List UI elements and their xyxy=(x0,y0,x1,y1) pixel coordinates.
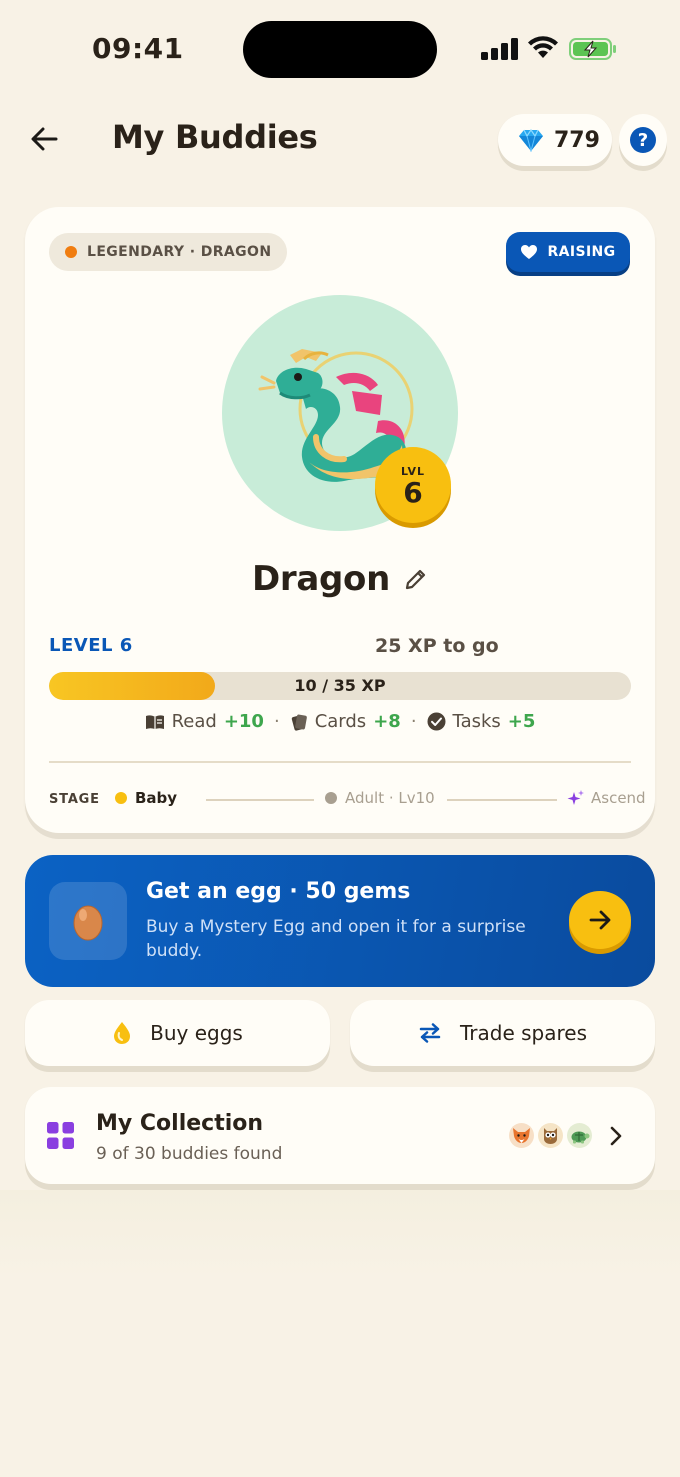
gems-count: 779 xyxy=(554,127,600,153)
stage-connector xyxy=(447,799,557,801)
stage-current-dot-icon xyxy=(115,792,127,804)
xp-source-tasks-bonus: +5 xyxy=(507,711,536,732)
collection-title: My Collection xyxy=(96,1111,264,1136)
xp-source-cards-label: Cards xyxy=(314,711,367,732)
grid-icon xyxy=(47,1122,74,1149)
buddy-card: LEGENDARY · DRAGON RAISING LVL 6 Dragon … xyxy=(25,207,655,833)
egg-offer-go-button[interactable] xyxy=(569,891,631,949)
status-bar: 09:41 xyxy=(0,0,680,100)
status-time: 09:41 xyxy=(92,32,184,65)
chevron-right-icon xyxy=(610,1126,622,1146)
buy-eggs-button[interactable]: Buy eggs xyxy=(25,1000,330,1066)
xp-source-tasks-label: Tasks xyxy=(452,711,501,732)
stage-current: Baby xyxy=(115,789,177,807)
background-fade xyxy=(0,1190,680,1280)
gem-icon xyxy=(519,128,543,152)
xp-source-read-bonus: +10 xyxy=(223,711,264,732)
stage-current-label: Baby xyxy=(135,789,178,807)
separator-dot: · xyxy=(410,711,417,732)
divider xyxy=(49,761,631,763)
xp-source-cards: Cards +8 xyxy=(290,711,401,732)
cellular-signal-icon xyxy=(481,38,518,60)
raising-button[interactable]: RAISING xyxy=(506,232,630,272)
back-arrow-icon[interactable] xyxy=(28,122,62,156)
egg-offer-banner[interactable]: Get an egg · 50 gems Buy a Mystery Egg a… xyxy=(25,855,655,987)
trade-spares-button[interactable]: Trade spares xyxy=(350,1000,655,1066)
swap-arrows-icon xyxy=(419,1023,441,1043)
check-circle-icon xyxy=(427,712,446,731)
stage-next: Adult · Lv10 xyxy=(325,789,435,807)
buddy-name-row: Dragon xyxy=(25,559,655,599)
stage-next-label: Adult · Lv10 xyxy=(345,789,435,807)
raising-label: RAISING xyxy=(547,244,616,260)
level-badge: LVL 6 xyxy=(375,447,451,523)
egg-drop-icon xyxy=(114,1022,131,1044)
cards-icon xyxy=(291,714,307,731)
xp-source-read-label: Read xyxy=(171,711,217,732)
trade-spares-label: Trade spares xyxy=(460,1021,587,1045)
xp-sources: Read +10 · Cards +8 · Tasks +5 xyxy=(25,711,655,732)
book-icon xyxy=(145,714,164,729)
help-button[interactable]: ? xyxy=(619,114,667,166)
stage-final-label: Ascend xyxy=(591,789,646,807)
my-collection-card[interactable]: My Collection 9 of 30 buddies found xyxy=(25,1087,655,1184)
egg-offer-description: Buy a Mystery Egg and open it for a surp… xyxy=(146,917,526,961)
heart-icon xyxy=(521,245,538,259)
gems-balance-button[interactable]: 779 xyxy=(498,114,612,166)
rarity-label: LEGENDARY · DRAGON xyxy=(87,244,272,260)
xp-progress-text: 10 / 35 XP xyxy=(294,676,386,695)
stage-final: Ascend xyxy=(567,789,646,807)
separator-dot: · xyxy=(273,711,280,732)
xp-source-tasks: Tasks +5 xyxy=(427,711,536,732)
xp-source-cards-bonus: +8 xyxy=(373,711,401,732)
owl-icon xyxy=(538,1123,563,1148)
help-icon: ? xyxy=(630,127,656,153)
egg-offer-title: Get an egg · 50 gems xyxy=(146,879,411,904)
sparkle-icon xyxy=(567,790,584,805)
egg-tile xyxy=(49,882,127,960)
edit-pencil-icon[interactable] xyxy=(404,567,428,591)
stage-label: STAGE xyxy=(49,792,100,807)
battery-charging-icon xyxy=(569,38,616,60)
arrow-right-icon xyxy=(589,910,611,930)
egg-icon xyxy=(73,905,103,941)
buy-eggs-label: Buy eggs xyxy=(150,1021,243,1045)
level-label: LEVEL 6 xyxy=(49,635,133,656)
stage-connector xyxy=(206,799,314,801)
rarity-dot-icon xyxy=(65,246,77,258)
fox-icon xyxy=(509,1123,534,1148)
level-badge-value: 6 xyxy=(403,475,423,509)
dynamic-island xyxy=(243,21,437,78)
xp-remaining: 25 XP to go xyxy=(375,635,499,657)
buddy-name: Dragon xyxy=(251,559,391,599)
wifi-icon xyxy=(528,36,558,58)
stage-progress: STAGE Baby Adult · Lv10 Ascend xyxy=(49,789,646,811)
rarity-badge: LEGENDARY · DRAGON xyxy=(49,233,288,271)
xp-source-read: Read +10 xyxy=(145,711,264,732)
page-title: My Buddies xyxy=(112,118,318,156)
collection-subtitle: 9 of 30 buddies found xyxy=(96,1144,283,1164)
turtle-icon xyxy=(567,1123,592,1148)
stage-next-dot-icon xyxy=(325,792,337,804)
collection-preview xyxy=(509,1123,592,1148)
